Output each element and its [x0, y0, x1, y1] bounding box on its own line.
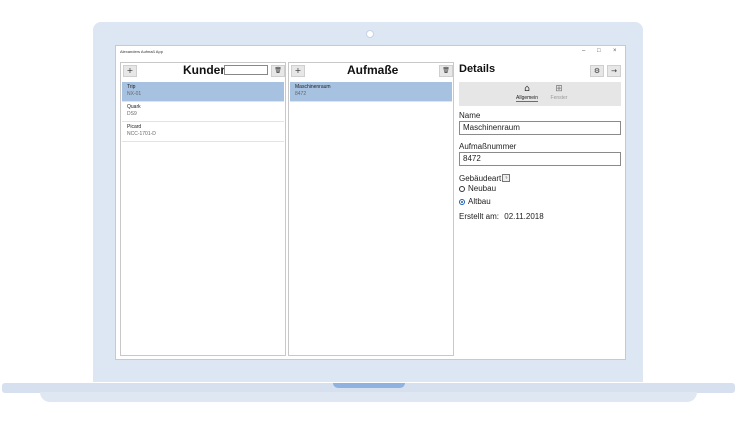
radio-altbau-circle[interactable]	[459, 198, 465, 205]
customer-list: Trip NX-01 Quark DS9 Picard NCC-1701-D	[122, 82, 284, 142]
details-panel: Details ⚙ → ⌂ Allgemein ⊞ Fenster Name M…	[456, 62, 622, 354]
radio-altbau[interactable]: Altbau	[459, 197, 491, 206]
building-type-label: Gebäudeart?	[459, 174, 511, 183]
customer-name: Quark	[127, 104, 141, 110]
measurement-list: Maschinenraum 8472	[290, 82, 452, 102]
number-label: Aufmaßnummer	[459, 142, 517, 151]
tab-fenster[interactable]: ⊞ Fenster	[541, 84, 577, 101]
help-icon[interactable]: ?	[502, 174, 511, 182]
delete-measurement-button[interactable]: 🗑	[439, 65, 453, 77]
customers-panel: + Kunden 🗑 Trip NX-01 Quark DS9 Picard N…	[120, 62, 286, 356]
close-button[interactable]: ×	[613, 48, 617, 54]
tab-allgemein[interactable]: ⌂ Allgemein	[509, 84, 545, 102]
window-icon: ⊞	[555, 84, 563, 94]
tab-allgemein-label: Allgemein	[516, 95, 538, 102]
created-value: 02.11.2018	[504, 212, 544, 221]
add-measurement-button[interactable]: +	[291, 65, 305, 77]
measurements-title: Aufmaße	[347, 63, 399, 77]
radio-neubau-circle[interactable]	[459, 185, 465, 192]
created-label: Erstellt am:	[459, 212, 500, 221]
settings-button[interactable]: ⚙	[590, 65, 604, 77]
measurement-number: 8472	[295, 91, 307, 97]
window-title: Alexanders Aufmaß App	[120, 49, 163, 54]
app-window: Alexanders Aufmaß App – □ × + Kunden 🗑 T…	[115, 45, 626, 360]
minimize-button[interactable]: –	[582, 48, 585, 54]
add-customer-button[interactable]: +	[123, 65, 137, 77]
arrow-right-icon: →	[611, 67, 617, 75]
delete-customer-button[interactable]: 🗑	[271, 65, 285, 77]
trash-icon: 🗑	[442, 67, 450, 74]
trash-icon: 🗑	[274, 67, 282, 74]
radio-neubau[interactable]: Neubau	[459, 184, 496, 193]
customer-code: NCC-1701-D	[127, 131, 156, 137]
name-label: Name	[459, 111, 481, 120]
house-icon: ⌂	[524, 84, 530, 94]
customer-list-item[interactable]: Quark DS9	[122, 102, 284, 122]
customer-list-item[interactable]: Picard NCC-1701-D	[122, 122, 284, 142]
measurement-list-item[interactable]: Maschinenraum 8472	[290, 82, 452, 102]
camera-icon	[366, 30, 374, 38]
name-field[interactable]: Maschinenraum	[459, 121, 621, 135]
customer-list-item[interactable]: Trip NX-01	[122, 82, 284, 102]
created-row: Erstellt am: 02.11.2018	[459, 212, 544, 221]
customer-code: NX-01	[127, 91, 142, 97]
radio-neubau-label: Neubau	[468, 184, 497, 193]
building-type-label-text: Gebäudeart	[459, 174, 502, 183]
radio-altbau-label: Altbau	[468, 197, 491, 206]
measurement-name: Maschinenraum	[295, 84, 331, 90]
measurements-panel: + Aufmaße 🗑 Maschinenraum 8472	[288, 62, 454, 356]
forward-button[interactable]: →	[607, 65, 621, 77]
tab-fenster-label: Fenster	[550, 95, 568, 101]
maximize-button[interactable]: □	[597, 48, 601, 54]
measurements-header: + Aufmaße 🗑	[289, 63, 453, 79]
title-bar: Alexanders Aufmaß App – □ ×	[116, 46, 625, 59]
customers-header: + Kunden 🗑	[121, 63, 285, 79]
details-tabs: ⌂ Allgemein ⊞ Fenster	[459, 82, 621, 106]
customer-name: Picard	[127, 124, 142, 130]
laptop-base-bottom	[40, 392, 697, 402]
number-field[interactable]: 8472	[459, 152, 621, 166]
customer-code: DS9	[127, 111, 137, 117]
customers-title: Kunden	[183, 63, 228, 77]
details-title: Details	[459, 63, 496, 75]
gear-icon: ⚙	[593, 67, 601, 75]
customer-search-input[interactable]	[224, 65, 268, 75]
laptop-notch	[333, 383, 405, 388]
customer-name: Trip	[127, 84, 136, 90]
